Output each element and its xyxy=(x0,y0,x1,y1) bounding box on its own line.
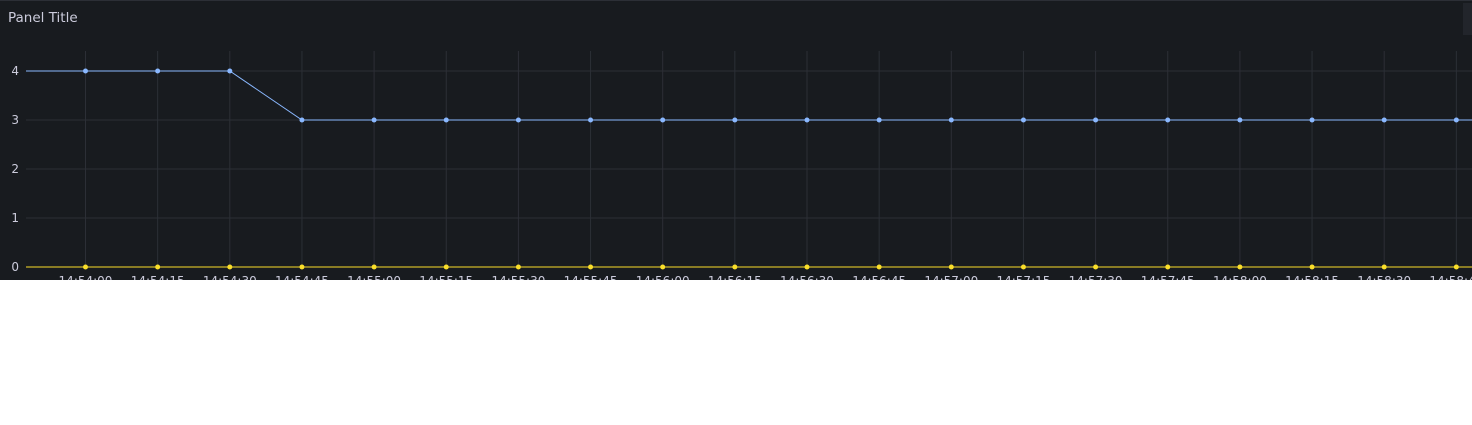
x-tick-label: 14:57:15 xyxy=(996,274,1050,280)
series-point-1 xyxy=(1093,117,1099,123)
series-point-1 xyxy=(1020,117,1026,123)
series-point-1 xyxy=(299,117,305,123)
y-tick-label: 1 xyxy=(11,211,19,225)
x-tick-label: 14:55:15 xyxy=(419,274,473,280)
series-point-2 xyxy=(1165,264,1171,270)
x-tick-label: 14:56:30 xyxy=(780,274,834,280)
series-point-1 xyxy=(1237,117,1243,123)
x-tick-label: 14:54:00 xyxy=(59,274,113,280)
series-point-2 xyxy=(876,264,882,270)
series-point-2 xyxy=(1309,264,1315,270)
panel: Panel Title 0 1 2 3 4 14:54:00 14:54:15 14:54:3… xyxy=(0,0,1472,280)
series-point-1 xyxy=(371,117,377,123)
series-point-2 xyxy=(515,264,521,270)
y-tick-label: 2 xyxy=(11,162,19,176)
x-tick-label: 14:54:15 xyxy=(131,274,185,280)
series-point-2 xyxy=(1093,264,1099,270)
x-tick-label: 14:58:30 xyxy=(1357,274,1411,280)
x-tick-label: 14:57:00 xyxy=(924,274,978,280)
series-point-2 xyxy=(83,264,88,270)
x-tick-label: 14:57:30 xyxy=(1069,274,1123,280)
series-point-2 xyxy=(588,264,594,270)
series-point-2 xyxy=(371,264,377,270)
series-point-1 xyxy=(732,117,738,123)
x-tick-label: 14:56:45 xyxy=(852,274,906,280)
x-tick-label: 14:58:15 xyxy=(1285,274,1339,280)
series-point-2 xyxy=(1381,264,1387,270)
x-tick-label: 14:58:00 xyxy=(1213,274,1267,280)
x-tick-label: 14:55:30 xyxy=(491,274,545,280)
x-tick-label: 14:57:45 xyxy=(1141,274,1195,280)
series-point-1 xyxy=(948,117,954,123)
line-chart: 0 1 2 3 4 14:54:00 14:54:15 14:54:30 14:54:45 14:… xyxy=(11,51,1472,280)
series-point-2 xyxy=(299,264,305,270)
series-point-1 xyxy=(876,117,882,123)
y-tick-label: 0 xyxy=(11,260,19,274)
series-point-1 xyxy=(1309,117,1315,123)
x-tick-label: 14:58:45 xyxy=(1429,274,1472,280)
x-tick-label: 14:56:00 xyxy=(636,274,690,280)
series-line-1 xyxy=(26,70,1472,121)
series-point-2 xyxy=(227,264,233,270)
series-point-1 xyxy=(1453,117,1459,123)
series-point-1 xyxy=(515,117,521,123)
series-point-2 xyxy=(155,264,161,270)
series-point-2 xyxy=(732,264,738,270)
series-point-2 xyxy=(1237,264,1243,270)
series-point-1 xyxy=(443,117,449,123)
x-tick-label: 14:54:30 xyxy=(203,274,257,280)
series-point-1 xyxy=(804,117,810,123)
series-point-1 xyxy=(227,68,233,74)
series-point-1 xyxy=(660,117,666,123)
y-tick-label: 3 xyxy=(11,113,19,127)
y-tick-label: 4 xyxy=(11,64,19,78)
series-point-2 xyxy=(443,264,449,270)
x-tick-label: 14:54:45 xyxy=(275,274,329,280)
series-point-1 xyxy=(1381,117,1387,123)
x-tick-label: 14:55:45 xyxy=(564,274,618,280)
series-point-2 xyxy=(948,264,954,270)
series-point-1 xyxy=(83,68,88,74)
series-point-2 xyxy=(804,264,810,270)
series-point-2 xyxy=(660,264,666,270)
series-point-2 xyxy=(1020,264,1026,270)
series-point-1 xyxy=(155,68,161,74)
series-point-1 xyxy=(588,117,594,123)
series-point-1 xyxy=(1165,117,1171,123)
series-point-2 xyxy=(1453,264,1459,270)
x-tick-label: 14:56:15 xyxy=(708,274,762,280)
x-tick-label: 14:55:00 xyxy=(347,274,401,280)
